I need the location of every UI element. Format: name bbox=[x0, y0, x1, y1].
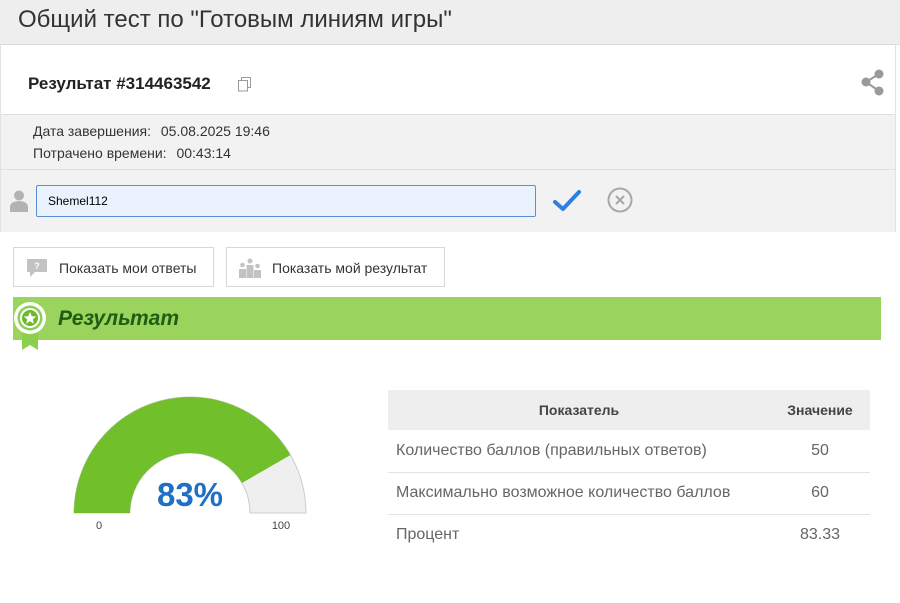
result-table: Показатель Значение Количество баллов (п… bbox=[388, 390, 870, 556]
show-result-label: Показать мой результат bbox=[272, 260, 428, 276]
finish-date-value: 05.08.2025 19:46 bbox=[160, 123, 270, 139]
confirm-check-icon[interactable] bbox=[553, 189, 581, 213]
table-header-row: Показатель Значение bbox=[388, 390, 870, 430]
finish-date-row: Дата завершения: 05.08.2025 19:46 bbox=[33, 123, 270, 139]
show-answers-label: Показать мои ответы bbox=[59, 260, 197, 276]
gauge-max-label: 100 bbox=[272, 520, 290, 532]
speech-bubble-question-icon: ? bbox=[27, 259, 47, 277]
award-ribbon-icon bbox=[14, 302, 46, 350]
table-cell-value: 60 bbox=[770, 472, 870, 515]
svg-text:?: ? bbox=[34, 261, 40, 271]
banner-title: Результат bbox=[58, 307, 180, 330]
result-meta: Дата завершения: 05.08.2025 19:46 Потрач… bbox=[0, 114, 896, 170]
finish-date-label: Дата завершения: bbox=[33, 123, 151, 139]
table-header-value: Значение bbox=[770, 390, 870, 430]
cancel-circle-icon[interactable] bbox=[607, 187, 633, 213]
table-cell-indicator: Максимально возможное количество баллов bbox=[388, 472, 770, 515]
gauge-value-label: 83% bbox=[157, 476, 223, 513]
copy-icon[interactable] bbox=[238, 77, 252, 92]
gauge-min-label: 0 bbox=[96, 520, 102, 532]
table-header-indicator: Показатель bbox=[388, 390, 770, 430]
table-row: Количество баллов (правильных ответов) 5… bbox=[388, 430, 870, 473]
podium-icon bbox=[239, 258, 261, 278]
window-title-bar: Общий тест по "Готовым линиям игры" bbox=[0, 0, 900, 45]
time-spent-row: Потрачено времени: 00:43:14 bbox=[33, 145, 231, 161]
show-answers-button[interactable]: ? Показать мои ответы bbox=[13, 247, 214, 287]
time-spent-value: 00:43:14 bbox=[176, 145, 231, 161]
name-edit-bar bbox=[0, 170, 896, 232]
table-row: Максимально возможное количество баллов … bbox=[388, 472, 870, 515]
table-cell-value: 50 bbox=[770, 430, 870, 473]
result-banner: Результат bbox=[13, 297, 881, 350]
table-cell-value: 83.33 bbox=[799, 526, 841, 544]
page-title: Общий тест по "Готовым линиям игры" bbox=[18, 6, 452, 33]
time-spent-label: Потрачено времени: bbox=[33, 145, 167, 161]
table-cell-indicator: Процент bbox=[396, 526, 460, 544]
score-gauge: 83% 0 100 bbox=[73, 396, 307, 532]
result-header: Результат #314463542 bbox=[0, 45, 896, 114]
result-title: Результат #314463542 bbox=[28, 74, 211, 93]
table-cell-indicator: Количество баллов (правильных ответов) bbox=[388, 430, 770, 473]
table-row: Процент 83.33 bbox=[388, 514, 870, 556]
user-icon bbox=[10, 190, 28, 212]
share-icon[interactable] bbox=[860, 69, 886, 97]
name-input[interactable] bbox=[36, 185, 536, 217]
show-result-button[interactable]: Показать мой результат bbox=[226, 247, 445, 287]
